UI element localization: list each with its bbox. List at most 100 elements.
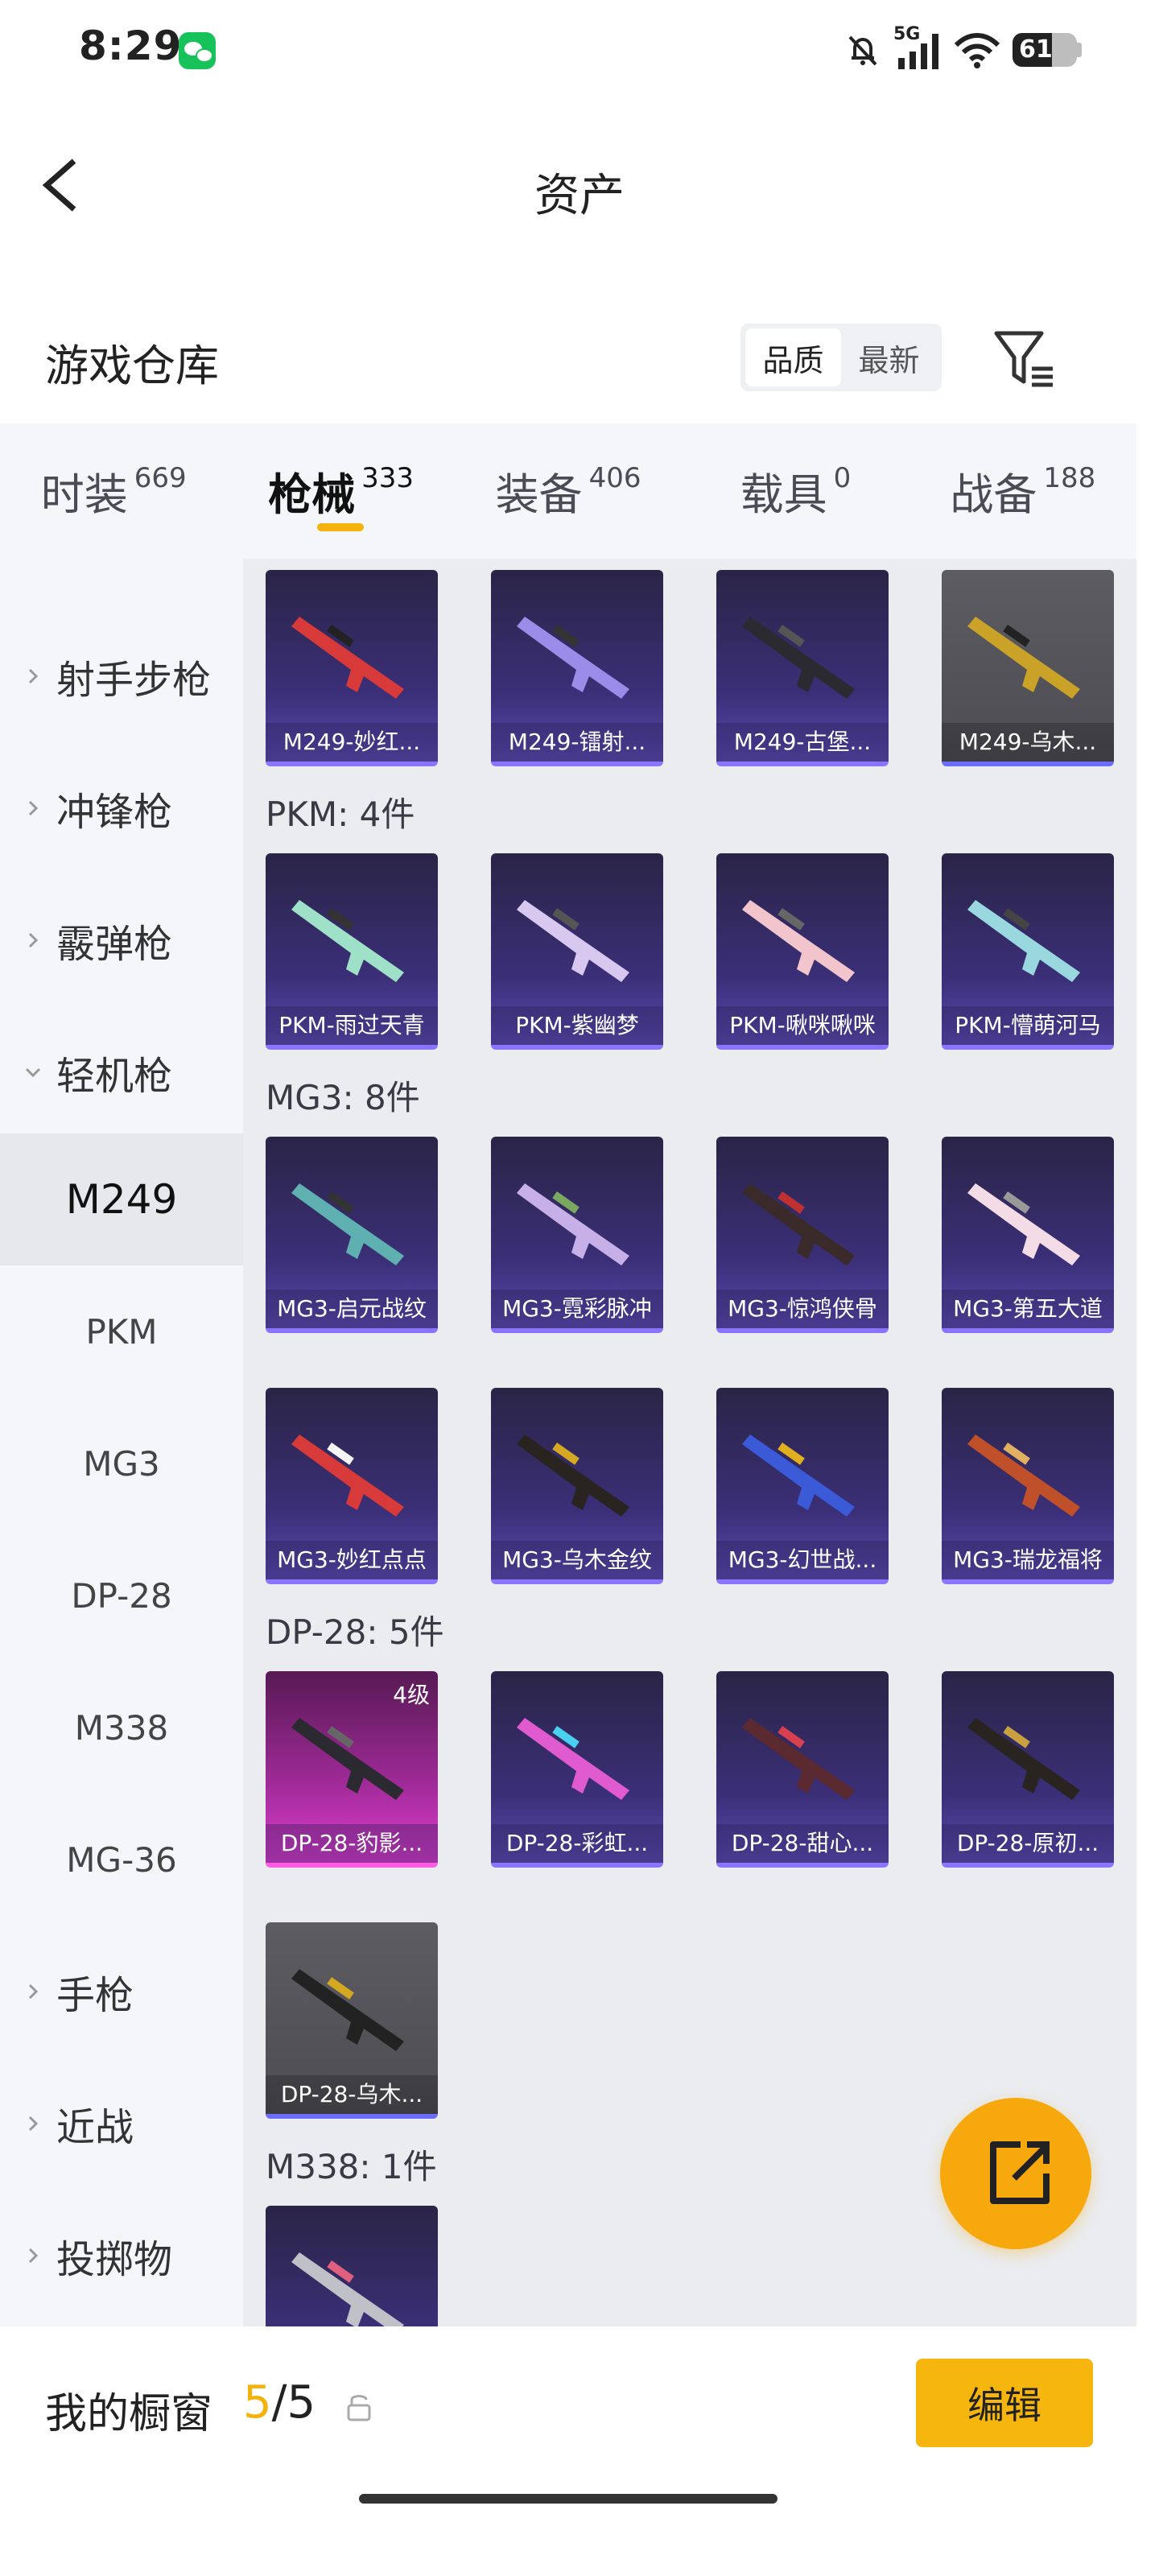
tab-vehicles[interactable]: 载具 0 [682, 423, 909, 559]
rifle-icon [291, 1435, 404, 1517]
weapon-category-sidebar: 射手步枪 冲锋枪 霰弹枪 轻机枪 M249 PKM MG3 DP-28 M338… [0, 559, 243, 2326]
rifle-icon [742, 1435, 855, 1517]
skin-name: MG3-瑞龙福将 [942, 1541, 1114, 1579]
skin-card[interactable]: DP-28-甜心... [716, 1671, 889, 1868]
sidebar-item-marksman-rifle[interactable]: 射手步枪 [0, 610, 243, 742]
showcase-bar: 我的橱窗 5/5 编辑 [0, 2326, 1159, 2576]
rifle-icon [291, 2252, 404, 2326]
skin-card[interactable]: M249-古堡... [716, 570, 889, 766]
skin-card[interactable]: M249-镭射... [491, 570, 663, 766]
chevron-right-icon [28, 2116, 39, 2132]
skin-card[interactable]: PKM-啾咪啾咪 [716, 853, 889, 1050]
showcase-count: 5/5 [243, 2376, 316, 2429]
skin-card[interactable]: DP-28-彩虹... [491, 1671, 663, 1868]
warehouse-title: 游戏仓库 [45, 341, 219, 391]
tab-label: 装备 [495, 469, 583, 520]
skin-name: PKM-雨过天青 [266, 1006, 438, 1045]
status-time: 8:29 [79, 23, 183, 69]
skin-card[interactable] [266, 2206, 438, 2326]
share-button[interactable] [940, 2098, 1091, 2249]
sort-quality-option[interactable]: 品质 [745, 328, 841, 386]
group-label-m338: M338: 1件 [266, 2147, 437, 2186]
skin-name: MG3-惊鸿侠骨 [716, 1290, 889, 1328]
warehouse-header: 游戏仓库 品质 最新 [0, 306, 1159, 411]
tab-count: 333 [361, 462, 415, 494]
skin-card[interactable]: MG3-幻世战... [716, 1388, 889, 1584]
tab-firearms[interactable]: 枪械 333 [227, 423, 454, 559]
sidebar-subitem-m338[interactable]: M338 [0, 1662, 243, 1794]
sort-latest-option[interactable]: 最新 [841, 328, 937, 386]
filter-icon[interactable] [988, 322, 1061, 394]
sidebar-item-lmg[interactable]: 轻机枪 [0, 1006, 243, 1138]
rifle-icon [291, 1969, 404, 2051]
skin-card[interactable]: MG3-瑞龙福将 [942, 1388, 1114, 1584]
rifle-icon [967, 1183, 1080, 1265]
sidebar-subitem-mg36[interactable]: MG-36 [0, 1794, 243, 1926]
skin-name: MG3-霓彩脉冲 [491, 1290, 663, 1328]
tab-label: 战备 [950, 469, 1037, 520]
skin-card[interactable]: MG3-启元战纹 [266, 1137, 438, 1333]
skin-card[interactable]: DP-28-原初... [942, 1671, 1114, 1868]
tab-label: 载具 [740, 469, 827, 520]
skin-card[interactable]: M249-乌木... [942, 570, 1114, 766]
skin-card[interactable]: MG3-妙红点点 [266, 1388, 438, 1584]
skin-name: PKM-紫幽梦 [491, 1006, 663, 1045]
rifle-icon [291, 1718, 404, 1800]
chevron-right-icon [28, 668, 39, 684]
skin-card[interactable]: DP-28-乌木... [266, 1922, 438, 2119]
rifle-icon [517, 1718, 629, 1800]
skin-name: MG3-第五大道 [942, 1290, 1114, 1328]
rifle-icon [967, 1435, 1080, 1517]
home-indicator[interactable] [359, 2494, 777, 2504]
skin-name: DP-28-豹影... [266, 1824, 438, 1863]
skin-name: MG3-妙红点点 [266, 1541, 438, 1579]
sidebar-subitem-pkm[interactable]: PKM [0, 1265, 243, 1397]
skin-card[interactable]: MG3-霓彩脉冲 [491, 1137, 663, 1333]
tab-gear[interactable]: 战备 188 [909, 423, 1136, 559]
rifle-icon [967, 900, 1080, 982]
showcase-total: /5 [271, 2376, 316, 2429]
rifle-icon [517, 900, 629, 982]
edit-button[interactable]: 编辑 [916, 2359, 1093, 2447]
sort-toggle: 品质 最新 [740, 324, 942, 391]
skin-name: DP-28-甜心... [716, 1824, 889, 1863]
battery-icon: 61 [1013, 33, 1077, 67]
skin-name: M249-古堡... [716, 723, 889, 762]
rifle-icon [517, 617, 629, 699]
sidebar-label: 冲锋枪 [56, 790, 173, 835]
sidebar-subitem-dp28[interactable]: DP-28 [0, 1530, 243, 1662]
tab-fashion[interactable]: 时装 669 [0, 423, 227, 559]
skin-name: MG3-幻世战... [716, 1541, 889, 1579]
sidebar-label: 射手步枪 [56, 658, 212, 703]
tab-label: 时装 [40, 469, 128, 520]
skin-name: PKM-啾咪啾咪 [716, 1006, 889, 1045]
tab-count: 669 [134, 462, 187, 494]
rifle-icon [291, 900, 404, 982]
skin-card[interactable]: PKM-懵萌河马 [942, 853, 1114, 1050]
skin-name: MG3-乌木金纹 [491, 1541, 663, 1579]
skin-card[interactable]: PKM-紫幽梦 [491, 853, 663, 1050]
sidebar-item-shotgun[interactable]: 霰弹枪 [0, 874, 243, 1006]
sidebar-item-smg[interactable]: 冲锋枪 [0, 742, 243, 874]
tab-count: 0 [833, 462, 852, 494]
skin-card[interactable]: M249-妙红... [266, 570, 438, 766]
tab-equipment[interactable]: 装备 406 [455, 423, 682, 559]
sidebar-label: 近战 [56, 2105, 134, 2150]
skin-card[interactable]: 4级 DP-28-豹影... [266, 1671, 438, 1868]
skin-name: PKM-懵萌河马 [942, 1006, 1114, 1045]
skin-name: DP-28-彩虹... [491, 1824, 663, 1863]
skin-card[interactable]: PKM-雨过天青 [266, 853, 438, 1050]
sidebar-subitem-m249[interactable]: M249 [0, 1133, 243, 1265]
battery-percent: 61 [1019, 35, 1053, 64]
skin-card[interactable]: MG3-乌木金纹 [491, 1388, 663, 1584]
sidebar-item-melee[interactable]: 近战 [0, 2058, 243, 2190]
sidebar-subitem-mg3[interactable]: MG3 [0, 1397, 243, 1530]
skin-name: M249-镭射... [491, 723, 663, 762]
sidebar-item-throwable[interactable]: 投掷物 [0, 2190, 243, 2322]
sidebar-item-pistol[interactable]: 手枪 [0, 1926, 243, 2058]
skin-card[interactable]: MG3-第五大道 [942, 1137, 1114, 1333]
weapon-skin-grid: M249-妙红... M249-镭射... M249-古堡... M249-乌木… [243, 559, 1136, 2326]
skin-card[interactable]: MG3-惊鸿侠骨 [716, 1137, 889, 1333]
chevron-down-icon [25, 1067, 41, 1078]
rifle-icon [291, 1183, 404, 1265]
